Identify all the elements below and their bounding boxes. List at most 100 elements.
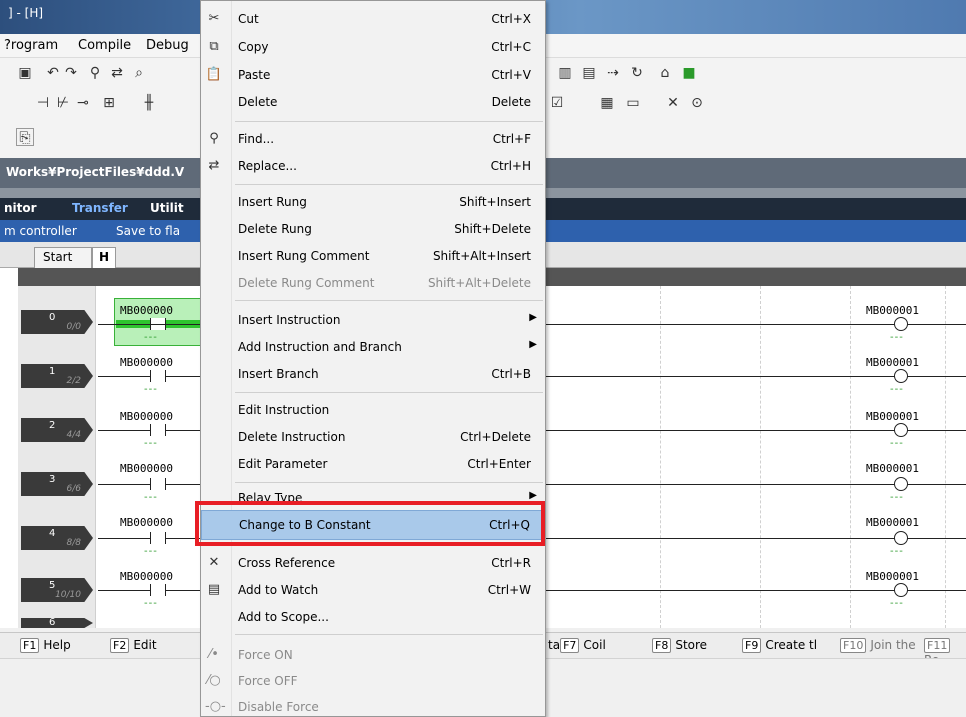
menu-item-label: Add Instruction and Branch xyxy=(238,340,402,354)
f2-edit-button[interactable]: F2 Edit xyxy=(110,638,157,653)
lock-icon[interactable]: ⌂ xyxy=(656,64,674,82)
menu-item-cut[interactable]: ✂ Cut Ctrl+X xyxy=(201,7,545,31)
contact-no-icon[interactable]: ⊣ xyxy=(34,94,52,112)
menu-item-paste[interactable]: 📋 Paste Ctrl+V xyxy=(201,63,545,87)
menu-item-insert-instruction[interactable]: Insert Instruction ▶ xyxy=(201,308,545,332)
f10-join-button[interactable]: F10 Join the xyxy=(840,638,916,653)
menu-program[interactable]: ?rogram xyxy=(4,38,58,53)
replace-icon[interactable]: ⇄ xyxy=(108,64,126,82)
highlight-box xyxy=(195,501,545,546)
rung-icon[interactable]: ╫ xyxy=(140,94,158,112)
contact-label: MB000000 xyxy=(120,516,173,529)
menu-item-cross-reference[interactable]: ✕ Cross Reference Ctrl+R xyxy=(201,551,545,575)
menu-item-delete-rung[interactable]: Delete Rung Shift+Delete xyxy=(201,217,545,241)
contact-label: MB000000 xyxy=(120,570,173,583)
menu-item-label: Replace... xyxy=(238,159,297,173)
rung-number[interactable]: 0 0/0 xyxy=(21,310,93,334)
comment-placeholder: --- xyxy=(890,546,904,557)
menu-item-shortcut: Ctrl+V xyxy=(491,68,531,82)
rung-number[interactable]: 2 4/4 xyxy=(21,418,93,442)
from-controller-button[interactable]: m controller xyxy=(4,224,77,238)
menu-debug[interactable]: Debug xyxy=(146,38,189,53)
menu-item-shortcut: Ctrl+B xyxy=(491,367,531,381)
search-tool-icon[interactable]: ⌕ xyxy=(130,64,148,82)
mode-transfer[interactable]: Transfer xyxy=(72,201,128,215)
undo-icon[interactable]: ↶ xyxy=(44,64,62,82)
transfer-icon[interactable]: ⇢ xyxy=(604,64,622,82)
menu-item-insert-rung[interactable]: Insert Rung Shift+Insert xyxy=(201,190,545,214)
menu-item-add-instruction-branch[interactable]: Add Instruction and Branch ▶ xyxy=(201,335,545,359)
menu-item-find[interactable]: ⚲ Find... Ctrl+F xyxy=(201,127,545,151)
menu-item-replace[interactable]: ⇄ Replace... Ctrl+H xyxy=(201,154,545,178)
window-icon[interactable]: ▭ xyxy=(624,94,642,112)
table-icon[interactable]: ▦ xyxy=(598,94,616,112)
f9-create-button[interactable]: F9 Create tl xyxy=(742,638,817,653)
menu-item-delete-instruction[interactable]: Delete Instruction Ctrl+Delete xyxy=(201,425,545,449)
tab-h[interactable]: H xyxy=(92,247,116,268)
online-icon[interactable]: ▥ xyxy=(556,64,574,82)
f8-store-button[interactable]: F8 Store xyxy=(652,638,707,653)
menu-item-label: Insert Branch xyxy=(238,367,319,381)
monitor-icon[interactable]: ▤ xyxy=(580,64,598,82)
menu-item-add-to-watch[interactable]: ▤ Add to Watch Ctrl+W xyxy=(201,578,545,602)
menu-item-shortcut: Ctrl+Enter xyxy=(467,457,531,471)
menu-item-edit-parameter[interactable]: Edit Parameter Ctrl+Enter xyxy=(201,452,545,476)
menu-item-delete[interactable]: Delete Delete xyxy=(201,90,545,114)
refresh-icon[interactable]: ↻ xyxy=(628,64,646,82)
branch-icon[interactable]: ⊸ xyxy=(74,94,92,112)
coil-label: MB000001 xyxy=(866,516,919,529)
coil[interactable] xyxy=(894,317,908,331)
cross-ref-icon[interactable]: ✕ xyxy=(664,94,682,112)
coil[interactable] xyxy=(894,423,908,437)
menu-item-copy[interactable]: ⧉ Copy Ctrl+C xyxy=(201,35,545,59)
menu-separator xyxy=(235,392,543,393)
menu-item-edit-instruction[interactable]: Edit Instruction xyxy=(201,398,545,422)
window-title: ] - [H] xyxy=(8,6,44,20)
f7-coil-button[interactable]: ta F7 Coil xyxy=(548,638,606,653)
check-icon[interactable]: ☑ xyxy=(548,94,566,112)
contact[interactable] xyxy=(150,370,166,382)
menu-item-shortcut: Shift+Insert xyxy=(459,195,531,209)
view-icon[interactable]: ⎘ xyxy=(16,128,34,146)
status-icon[interactable]: ■ xyxy=(680,64,698,82)
contact[interactable] xyxy=(150,584,166,596)
menu-compile[interactable]: Compile xyxy=(78,38,131,53)
coil[interactable] xyxy=(894,477,908,491)
redo-icon[interactable]: ↷ xyxy=(62,64,80,82)
rung-number[interactable]: 6 xyxy=(21,618,93,628)
mode-monitor[interactable]: nitor xyxy=(4,201,37,215)
menu-item-label: Delete Instruction xyxy=(238,430,346,444)
rung-number[interactable]: 5 10/10 xyxy=(21,578,93,602)
menu-item-add-to-scope[interactable]: Add to Scope... xyxy=(201,605,545,629)
rung-number[interactable]: 4 8/8 xyxy=(21,526,93,550)
coil[interactable] xyxy=(894,531,908,545)
watch-icon[interactable]: ⊙ xyxy=(688,94,706,112)
instruction-icon[interactable]: ⊞ xyxy=(100,94,118,112)
save-to-flash-button[interactable]: Save to fla xyxy=(116,224,180,238)
coil-label: MB000001 xyxy=(866,304,919,317)
menu-item-insert-branch[interactable]: Insert Branch Ctrl+B xyxy=(201,362,545,386)
tab-start[interactable]: Start xyxy=(34,247,92,268)
comment-placeholder: --- xyxy=(144,384,158,395)
menu-item-shortcut: Ctrl+C xyxy=(491,40,531,54)
submenu-arrow-icon: ▶ xyxy=(529,339,537,350)
coil[interactable] xyxy=(894,369,908,383)
menu-item-shortcut: Ctrl+R xyxy=(491,556,531,570)
menu-item-insert-rung-comment[interactable]: Insert Rung Comment Shift+Alt+Insert xyxy=(201,244,545,268)
coil[interactable] xyxy=(894,583,908,597)
menu-item-label: Insert Rung xyxy=(238,195,307,209)
f1-help-button[interactable]: F1 Help xyxy=(20,638,71,653)
mode-utility[interactable]: Utilit xyxy=(150,201,184,215)
contact[interactable] xyxy=(150,478,166,490)
contact[interactable] xyxy=(150,424,166,436)
rung-number[interactable]: 1 2/2 xyxy=(21,364,93,388)
rung-number[interactable]: 3 6/6 xyxy=(21,472,93,496)
menu-item-label: Disable Force xyxy=(238,700,319,714)
contact-label: MB000000 xyxy=(120,304,173,317)
contact[interactable] xyxy=(150,532,166,544)
menu-separator xyxy=(235,184,543,185)
contact-nc-icon[interactable]: ⊬ xyxy=(54,94,72,112)
compile-icon[interactable]: ▣ xyxy=(16,64,34,82)
project-path: Works¥ProjectFiles¥ddd.V xyxy=(6,165,185,179)
find-icon[interactable]: ⚲ xyxy=(86,64,104,82)
